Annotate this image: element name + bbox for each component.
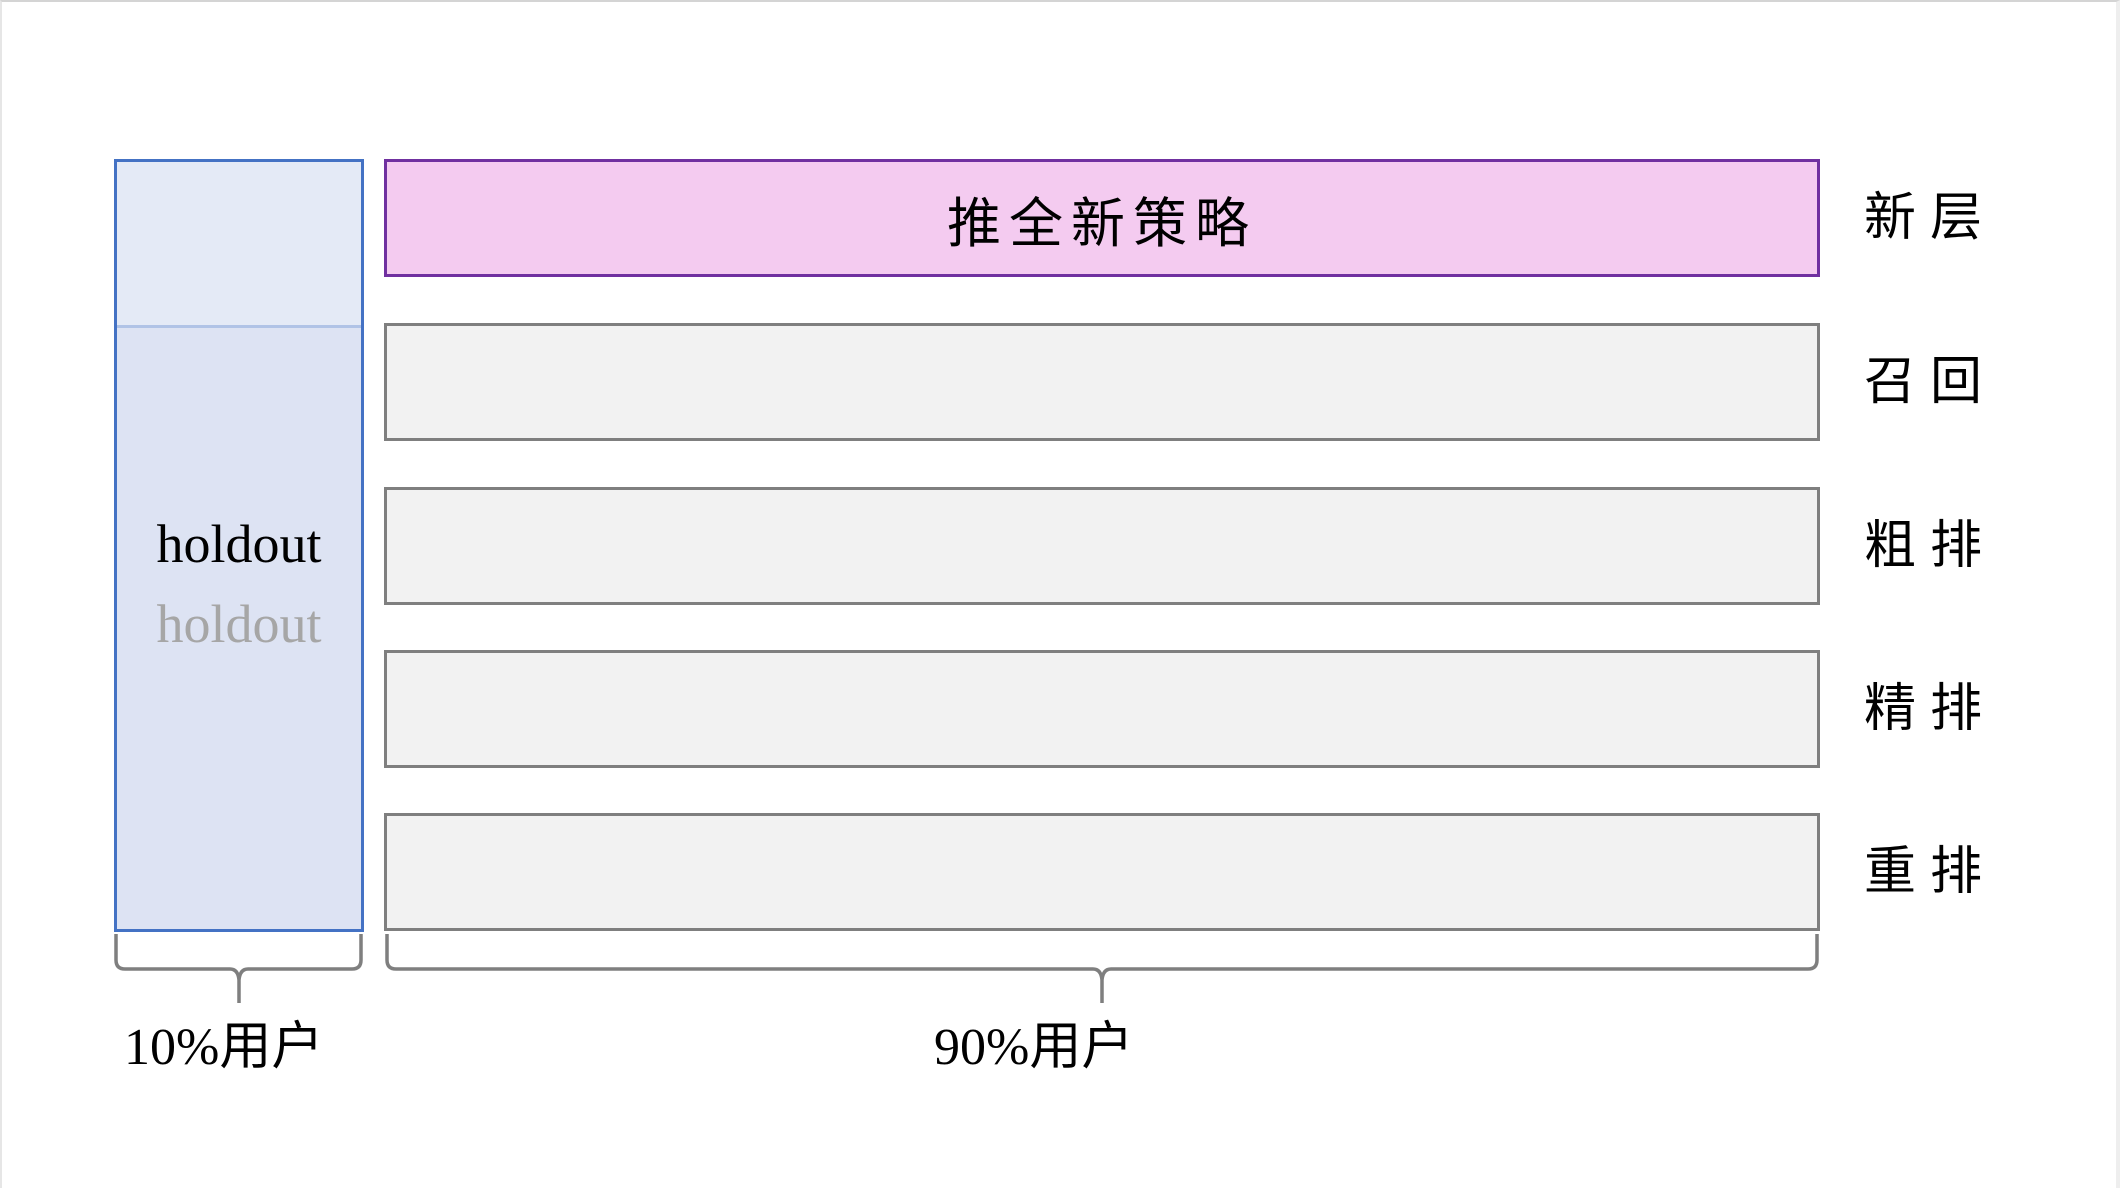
bracket-holdout xyxy=(114,934,363,1003)
bracket-label-experiment-share: 90%用户 xyxy=(934,1019,1134,1076)
brackets xyxy=(114,934,1819,1003)
bracket-experiment xyxy=(385,934,1819,1003)
bracket-label-holdout-share: 10%用户 xyxy=(124,1019,324,1076)
